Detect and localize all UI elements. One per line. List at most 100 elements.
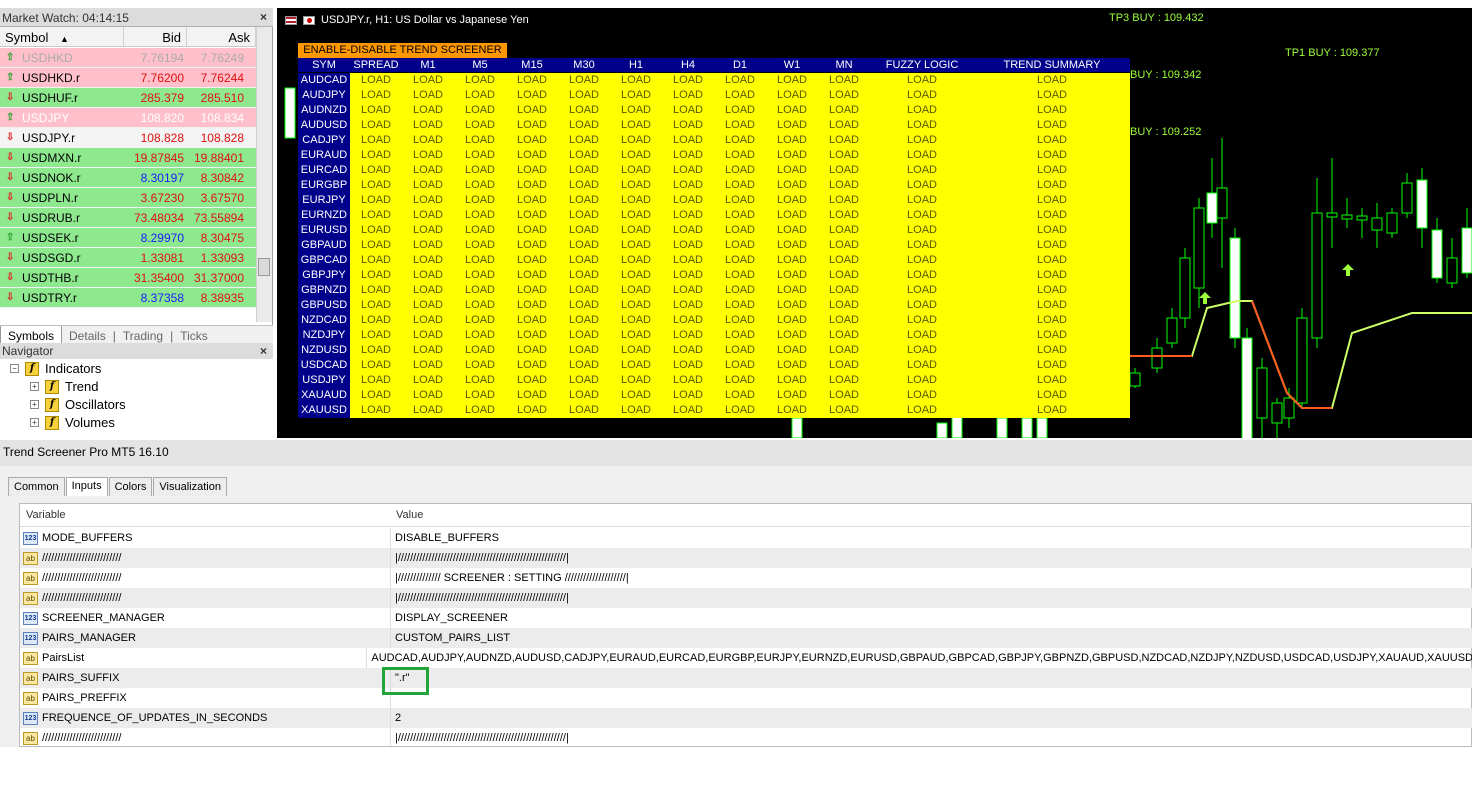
ask-cell: 8.30842 <box>200 170 244 185</box>
market-watch-row[interactable]: ⇩ USDNOK.r 8.30197 8.30842 <box>0 168 256 188</box>
tab-common[interactable]: Common <box>8 477 65 496</box>
ask-cell: 73.55894 <box>193 210 244 225</box>
screener-symbol-cell[interactable]: EURGBP <box>298 178 350 193</box>
expand-icon[interactable]: + <box>30 418 39 427</box>
screener-value-cell: LOAD <box>454 313 506 328</box>
screener-symbol-cell[interactable]: GBPAUD <box>298 238 350 253</box>
input-row[interactable]: 123 PAIRS_MANAGER CUSTOM_PAIRS_LIST <box>20 628 1472 648</box>
screener-value-cell: LOAD <box>350 373 402 388</box>
input-row[interactable]: ab PairsList AUDCAD,AUDJPY,AUDNZD,AUDUSD… <box>20 648 1472 668</box>
bid-cell: 31.35400 <box>133 270 184 285</box>
market-watch-row[interactable]: ⇧ USDSEK.r 8.29970 8.30475 <box>0 228 256 248</box>
market-watch-row[interactable]: ⇩ USDTRY.r 8.37358 8.38935 <box>0 288 256 308</box>
screener-symbol-cell[interactable]: EURCAD <box>298 163 350 178</box>
screener-symbol-cell[interactable]: USDCAD <box>298 358 350 373</box>
screener-symbol-cell[interactable]: AUDJPY <box>298 88 350 103</box>
screener-value-cell: LOAD <box>818 103 870 118</box>
screener-symbol-cell[interactable]: NZDUSD <box>298 343 350 358</box>
input-row[interactable]: ab ////////////////////////// |/////////… <box>20 588 1472 608</box>
screener-value-cell: LOAD <box>506 238 558 253</box>
nav-item-volumes[interactable]: + f Volumes <box>30 415 115 430</box>
input-row[interactable]: 123 FREQUENCE_OF_UPDATES_IN_SECONDS 2 <box>20 708 1472 728</box>
candle-body <box>1296 317 1308 404</box>
input-row[interactable]: ab ////////////////////////// |/////////… <box>20 568 1472 588</box>
price-chart[interactable]: USDJPY.r, H1: US Dollar vs Japanese Yen … <box>277 8 1472 438</box>
input-row[interactable]: ab PAIRS_PREFFIX <box>20 688 1472 708</box>
market-watch-row[interactable]: ⇩ USDSGD.r 1.33081 1.33093 <box>0 248 256 268</box>
ask-cell: 1.33093 <box>200 250 244 265</box>
input-row[interactable]: ab PAIRS_SUFFIX ".r" <box>20 668 1472 688</box>
market-watch-row[interactable]: ⇩ USDRUB.r 73.48034 73.55894 <box>0 208 256 228</box>
enable-disable-screener-button[interactable]: ENABLE-DISABLE TREND SCREENER <box>298 43 507 58</box>
column-bid[interactable]: Bid <box>124 27 187 46</box>
input-value-cell[interactable]: CUSTOM_PAIRS_LIST <box>391 632 510 644</box>
scrollbar-thumb[interactable] <box>258 258 270 276</box>
screener-value-cell: LOAD <box>818 283 870 298</box>
screener-symbol-cell[interactable]: GBPCAD <box>298 253 350 268</box>
market-watch-row[interactable]: ⇩ USDHUF.r 285.379 285.510 <box>0 88 256 108</box>
indicator-properties-dialog: Trend Screener Pro MT5 16.10 Common Inpu… <box>0 440 1472 810</box>
screener-symbol-cell[interactable]: GBPNZD <box>298 283 350 298</box>
market-watch-row[interactable]: ⇩ USDPLN.r 3.67230 3.67570 <box>0 188 256 208</box>
market-watch-scrollbar[interactable] <box>256 27 272 322</box>
screener-value-cell: LOAD <box>506 88 558 103</box>
screener-value-cell: LOAD <box>974 298 1130 313</box>
nav-item-oscillators[interactable]: + f Oscillators <box>30 397 126 412</box>
tab-inputs[interactable]: Inputs <box>65 477 108 496</box>
input-value-cell[interactable]: |///////////////////////////////////////… <box>391 732 569 744</box>
close-icon[interactable]: × <box>260 344 267 358</box>
screener-symbol-cell[interactable]: NZDJPY <box>298 328 350 343</box>
input-value-cell[interactable]: AUDCAD,AUDJPY,AUDNZD,AUDUSD,CADJPY,EURAU… <box>367 652 1472 664</box>
nav-item-trend[interactable]: + f Trend <box>30 379 98 394</box>
tab-visualization[interactable]: Visualization <box>153 477 227 496</box>
screener-value-cell: LOAD <box>454 163 506 178</box>
screener-symbol-cell[interactable]: GBPJPY <box>298 268 350 283</box>
input-value-cell[interactable]: DISPLAY_SCREENER <box>391 612 508 624</box>
screener-symbol-cell[interactable]: AUDUSD <box>298 118 350 133</box>
screener-symbol-cell[interactable]: EURAUD <box>298 148 350 163</box>
screener-symbol-cell[interactable]: AUDNZD <box>298 103 350 118</box>
input-variable-cell: ab ////////////////////////// <box>20 568 391 588</box>
screener-symbol-cell[interactable]: XAUUSD <box>298 403 350 418</box>
close-icon[interactable]: × <box>260 10 267 24</box>
screener-value-cell: LOAD <box>402 313 454 328</box>
input-row[interactable]: 123 MODE_BUFFERS DISABLE_BUFFERS <box>20 528 1472 548</box>
screener-symbol-cell[interactable]: CADJPY <box>298 133 350 148</box>
screener-symbol-cell[interactable]: XAUAUD <box>298 388 350 403</box>
input-value-cell[interactable]: |////////////// SCREENER : SETTING /////… <box>391 572 629 584</box>
screener-symbol-cell[interactable]: EURJPY <box>298 193 350 208</box>
symbol-name: USDHUF.r <box>22 90 78 105</box>
market-watch-row[interactable]: ⇧ USDHKD 7.76194 7.76249 <box>0 48 256 68</box>
expand-icon[interactable]: + <box>30 382 39 391</box>
string-type-icon: ab <box>23 671 38 685</box>
market-watch-row[interactable]: ⇩ USDTHB.r 31.35400 31.37000 <box>0 268 256 288</box>
column-value[interactable]: Value <box>396 509 423 521</box>
input-value-cell[interactable]: |///////////////////////////////////////… <box>391 552 569 564</box>
nav-item-indicators[interactable]: − f Indicators <box>10 361 101 376</box>
input-row[interactable]: 123 SCREENER_MANAGER DISPLAY_SCREENER <box>20 608 1472 628</box>
screener-value-cell: LOAD <box>454 148 506 163</box>
input-value-cell[interactable]: 2 <box>391 712 401 724</box>
market-watch-row[interactable]: ⇩ USDMXN.r 19.87845 19.88401 <box>0 148 256 168</box>
screener-symbol-cell[interactable]: AUDCAD <box>298 73 350 88</box>
tab-colors[interactable]: Colors <box>108 477 153 496</box>
column-ask[interactable]: Ask <box>187 27 256 46</box>
screener-symbol-cell[interactable]: USDJPY <box>298 373 350 388</box>
market-watch-row[interactable]: ⇧ USDHKD.r 7.76200 7.76244 <box>0 68 256 88</box>
collapse-icon[interactable]: − <box>10 364 19 373</box>
input-value-cell[interactable]: DISABLE_BUFFERS <box>391 532 499 544</box>
column-symbol[interactable]: Symbol ▲ <box>0 27 124 46</box>
screener-symbol-cell[interactable]: EURUSD <box>298 223 350 238</box>
input-row[interactable]: ab ////////////////////////// |/////////… <box>20 728 1472 748</box>
screener-symbol-cell[interactable]: EURNZD <box>298 208 350 223</box>
market-watch-row[interactable]: ⇩ USDJPY.r 108.828 108.828 <box>0 128 256 148</box>
column-variable[interactable]: Variable <box>26 509 66 521</box>
input-row[interactable]: ab ////////////////////////// |/////////… <box>20 548 1472 568</box>
market-watch-row[interactable]: ⇧ USDJPY 108.820 108.834 <box>0 108 256 128</box>
screener-symbol-cell[interactable]: GBPUSD <box>298 298 350 313</box>
screener-symbol-cell[interactable]: NZDCAD <box>298 313 350 328</box>
symbol-name: USDTRY.r <box>22 290 77 305</box>
screener-value-cell: LOAD <box>662 388 714 403</box>
expand-icon[interactable]: + <box>30 400 39 409</box>
input-value-cell[interactable]: |///////////////////////////////////////… <box>391 592 569 604</box>
